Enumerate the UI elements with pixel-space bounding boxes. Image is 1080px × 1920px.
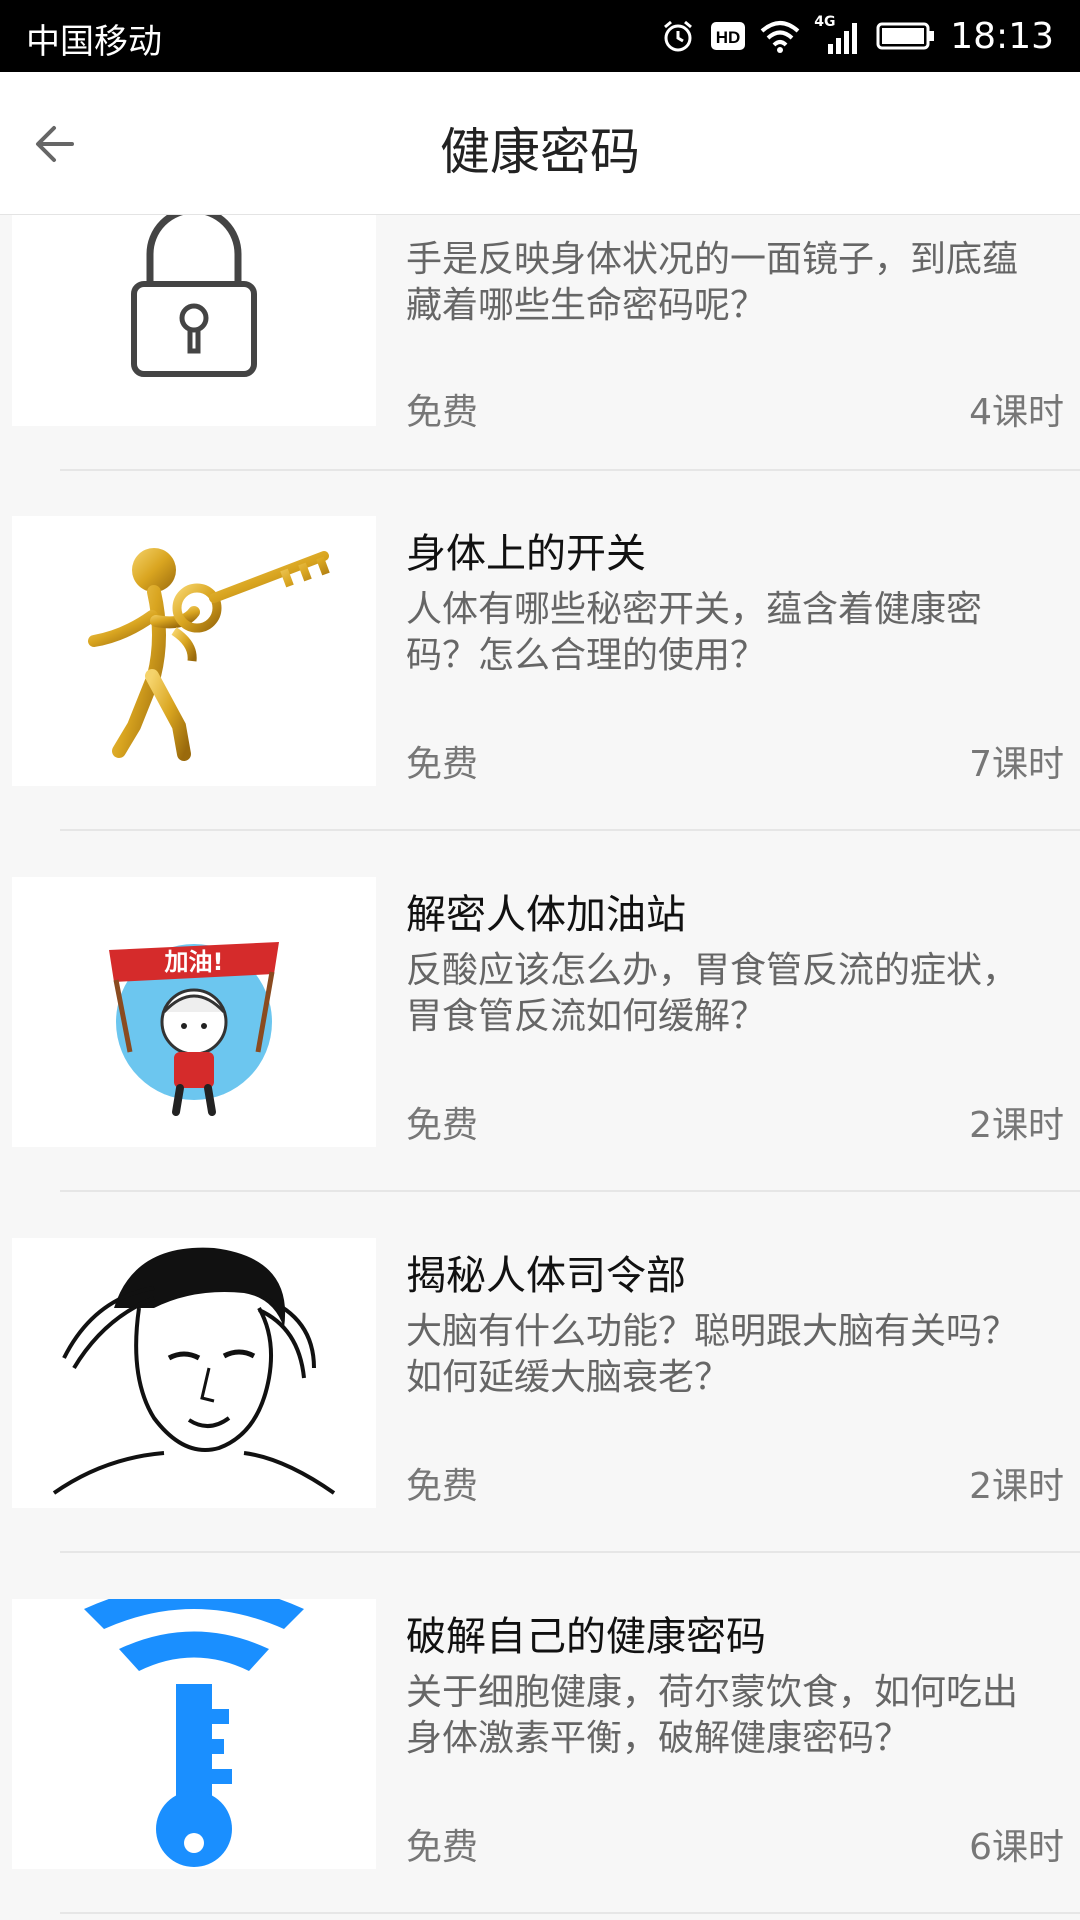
carrier-name: 中国移动 — [26, 22, 162, 62]
padlock-icon — [131, 215, 257, 377]
course-card[interactable]: 身体上的开关 人体有哪些秘密开关，蕴含着健康密码？怎么合理的使用？ 免费 7课时 — [0, 471, 1080, 831]
course-description: 反酸应该怎么办，胃食管反流的症状，胃食管反流如何缓解？ — [406, 950, 1019, 1037]
course-hours: 6课时 — [969, 1827, 1064, 1868]
clock: 18:13 — [950, 15, 1054, 57]
course-card[interactable]: 揭秘人体司令部 大脑有什么功能？聪明跟大脑有关吗？如何延缓大脑衰老？ 免费 2课… — [0, 1193, 1080, 1553]
wifi-key-icon — [84, 1599, 304, 1867]
page-title: 健康密码 — [440, 123, 640, 181]
course-thumbnail — [12, 1238, 376, 1508]
course-hours: 4课时 — [969, 392, 1064, 433]
cell-signal-icon: 4G — [814, 14, 862, 56]
course-thumbnail — [12, 1599, 376, 1869]
course-thumbnail — [12, 516, 376, 786]
course-hours: 7课时 — [969, 744, 1064, 785]
man-holding-head-icon — [52, 1247, 336, 1495]
course-list[interactable]: 手是反映身体状况的一面镜子，到底蕴藏着哪些生命密码呢？ 免费 4课时 身体上的开… — [0, 215, 1080, 1920]
course-price: 免费 — [406, 392, 479, 433]
alarm-icon — [664, 20, 693, 52]
course-price: 免费 — [406, 744, 479, 785]
course-price: 免费 — [406, 1466, 479, 1507]
course-price: 免费 — [406, 1827, 479, 1868]
divider — [60, 829, 1080, 831]
course-hours: 2课时 — [969, 1466, 1064, 1507]
hd-icon: HD — [711, 22, 746, 50]
cartoon-cheer-icon: 加油! — [109, 942, 279, 1116]
divider — [60, 1912, 1080, 1914]
course-card[interactable]: 破解自己的健康密码 关于细胞健康，荷尔蒙饮食，如何吃出身体激素平衡，破解健康密码… — [0, 1554, 1080, 1914]
status-icons: HD 4G 18:13 — [660, 10, 1054, 62]
course-thumbnail: 加油! — [12, 877, 376, 1147]
course-price: 免费 — [406, 1105, 479, 1146]
battery-icon — [876, 22, 935, 50]
svg-text:HD: HD — [716, 28, 741, 47]
course-hours: 2课时 — [969, 1105, 1064, 1146]
course-thumbnail — [12, 215, 376, 426]
golden-figure-key-icon — [88, 548, 330, 761]
divider — [60, 1190, 1080, 1192]
app-bar: 健康密码 — [0, 72, 1080, 215]
status-bar: 中国移动 HD 4G 18:13 — [0, 0, 1080, 72]
wifi-icon — [760, 21, 800, 53]
course-card[interactable]: 手是反映身体状况的一面镜子，到底蕴藏着哪些生命密码呢？ 免费 4课时 — [0, 215, 1080, 471]
course-title: 解密人体加油站 — [406, 892, 686, 938]
course-title: 破解自己的健康密码 — [406, 1614, 766, 1660]
course-description: 手是反映身体状况的一面镜子，到底蕴藏着哪些生命密码呢？ — [406, 239, 1019, 326]
divider — [60, 1551, 1080, 1553]
course-title: 揭秘人体司令部 — [406, 1253, 686, 1299]
course-title: 身体上的开关 — [406, 531, 646, 577]
banner-text: 加油! — [165, 948, 224, 976]
course-description: 大脑有什么功能？聪明跟大脑有关吗？如何延缓大脑衰老？ — [406, 1311, 1019, 1398]
course-description: 关于细胞健康，荷尔蒙饮食，如何吃出身体激素平衡，破解健康密码？ — [406, 1672, 1019, 1759]
course-description: 人体有哪些秘密开关，蕴含着健康密码？怎么合理的使用？ — [406, 589, 983, 676]
course-card[interactable]: 加油! 解密人体加油站 反酸应该怎么办，胃食管反流的症状，胃食管反流如何缓解？ … — [0, 832, 1080, 1192]
